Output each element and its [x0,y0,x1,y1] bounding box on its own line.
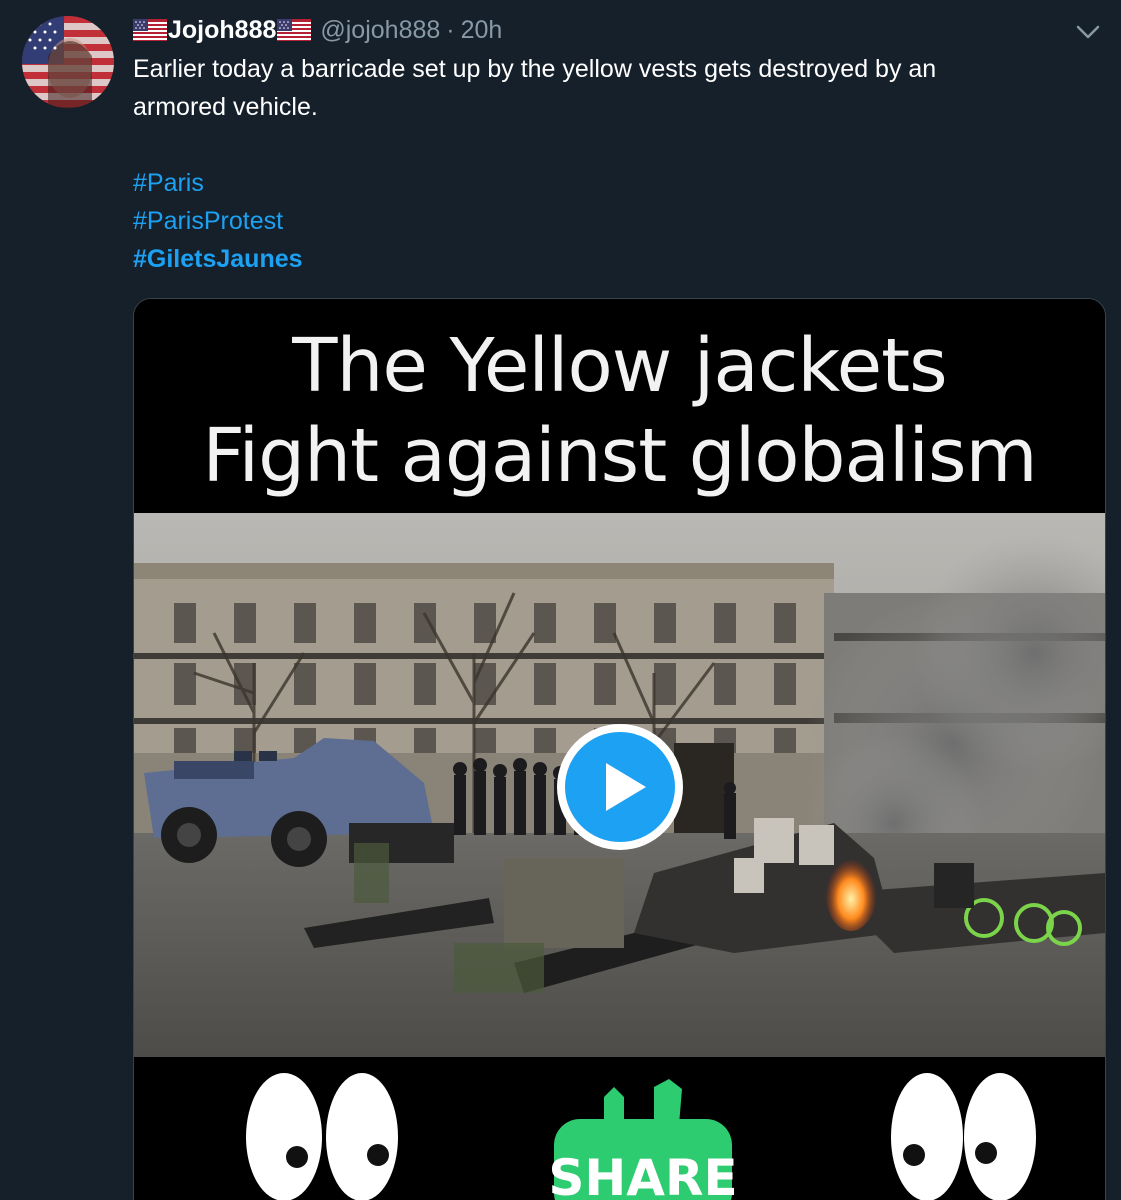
video-caption: The Yellow jackets Fight against globali… [134,299,1105,513]
play-button[interactable] [556,723,684,851]
hashtag-list: #Paris #ParisProtest #GiletsJaunes [133,164,303,278]
play-icon [557,724,683,850]
hashtag-giletsjaunes[interactable]: #GiletsJaunes [133,240,303,278]
user-handle[interactable]: @jojoh888 [320,16,440,45]
us-flag-icon [133,19,167,41]
video-media[interactable]: The Yellow jackets Fight against globali… [133,298,1106,1200]
hashtag-paris[interactable]: #Paris [133,164,303,202]
tweet-header: Jojoh888 @jojoh888 · 20h [133,14,502,46]
us-flag-icon [277,19,312,41]
tweet-text-line: armored vehicle. [133,93,318,121]
tweet-text: Earlier today a barricade set up by the … [133,50,1063,126]
timestamp[interactable]: 20h [461,16,503,45]
video-caption-line: Fight against globalism [202,413,1037,499]
video-bottom-overlay: SHARE [134,1057,1105,1200]
avatar[interactable] [22,16,114,108]
video-caption-line: The Yellow jackets [292,323,947,409]
chevron-down-icon[interactable] [1073,22,1103,42]
separator-dot: · [446,15,455,44]
hashtag-parisprotest[interactable]: #ParisProtest [133,202,303,240]
share-badge-label: SHARE [548,1149,737,1200]
tweet-text-line: Earlier today a barricade set up by the … [133,55,937,83]
display-name[interactable]: Jojoh888 [168,16,276,45]
tweet[interactable]: Jojoh888 @jojoh888 · 20h Earlier today a… [0,0,1121,1200]
